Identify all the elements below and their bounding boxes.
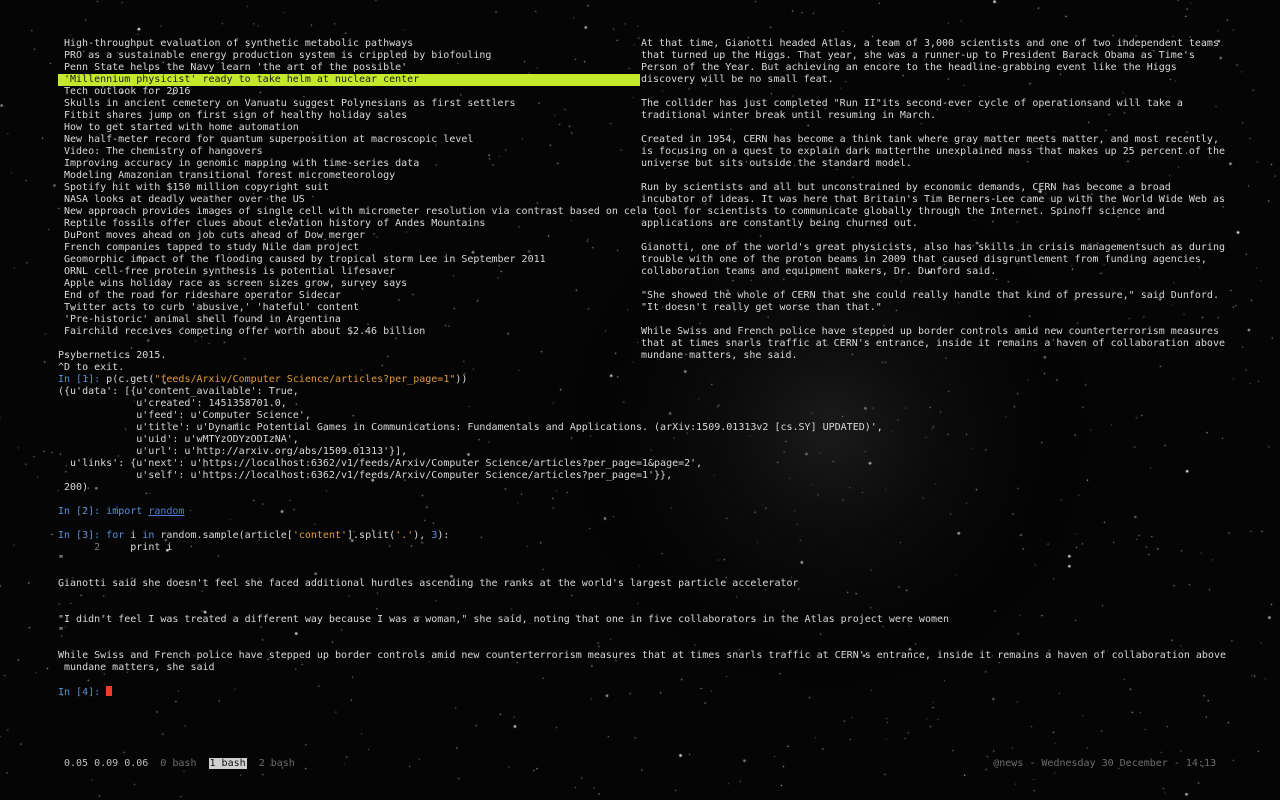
article-line: traditional winter break until resuming … — [641, 110, 937, 121]
prompt-in-4: In [4]: — [58, 687, 107, 698]
article-line — [641, 230, 1231, 242]
headline-item[interactable]: High-throughput evaluation of synthetic … — [58, 38, 640, 50]
repl-output-line: u'uid': u'wMTYzODYzODIzNA', — [58, 434, 299, 445]
window-list[interactable]: 0 bash 1 bash 2 bash — [160, 758, 295, 769]
repl-output-line: ({u'data': [{u'content_available': True, — [58, 386, 299, 397]
tmux-window-tab[interactable]: 1 bash — [208, 758, 247, 769]
prompt-in-3: In [3]: — [58, 530, 107, 541]
headline-item[interactable]: Twitter acts to curb 'abusive,' 'hateful… — [58, 302, 640, 314]
repl-output-line: u'created': 1451358701.0, — [58, 398, 287, 409]
article-line: Run by scientists and all but unconstrai… — [641, 182, 1171, 193]
repl-input-2: In [2]: import random — [58, 506, 185, 517]
article-line: At that time, Gianotti headed Atlas, a t… — [641, 38, 1219, 49]
repl-output-line: u'url': u'http://arxiv.org/abs/1509.0131… — [58, 446, 408, 457]
article-line: incubator of ideas. It was here that Bri… — [641, 194, 1225, 205]
headline-item[interactable]: Spotify hit with $150 million copyright … — [58, 182, 640, 194]
repl-input-3: In [3]: for i in random.sample(article['… — [58, 530, 450, 541]
article-line: Gianotti, one of the world's great physi… — [641, 242, 1225, 253]
status-left: 0.05 0.09 0.06 0 bash 1 bash 2 bash — [64, 758, 295, 770]
article-line: a tool for scientists to communicate glo… — [641, 206, 1165, 217]
python-repl[interactable]: Psybernetics 2015. ^D to exit. In [1]: p… — [58, 350, 1228, 698]
headline-item[interactable]: Penn State helps the Navy learn 'the art… — [58, 62, 640, 74]
headline-item[interactable]: Modeling Amazonian transitional forest m… — [58, 170, 640, 182]
repl-continuation: 2 print i — [58, 542, 173, 553]
headline-item[interactable]: ORNL cell-free protein synthesis is pote… — [58, 266, 640, 278]
repl-output-line-2: "I didn't feel I was treated a different… — [58, 614, 950, 625]
repl-output-line: u'feed': u'Computer Science', — [58, 410, 311, 421]
article-line: that turned up the Higgs. That year, she… — [641, 50, 1195, 61]
tmux-status-bar: 0.05 0.09 0.06 0 bash 1 bash 2 bash @new… — [58, 758, 1220, 770]
article-line — [641, 86, 1231, 98]
headline-item-selected[interactable]: 'Millennium physicist' ready to take hel… — [58, 74, 640, 86]
article-line: While Swiss and French police have stepp… — [641, 326, 1219, 337]
random-module-link[interactable]: random — [148, 506, 184, 517]
prompt-in-1: In [1]: — [58, 374, 107, 385]
headline-item[interactable]: Skulls in ancient cemetery on Vanuatu su… — [58, 98, 640, 110]
load-average: 0.05 0.09 0.06 — [64, 758, 149, 769]
article-line — [641, 170, 1231, 182]
article-line: "It doesn't really get worse than that." — [641, 302, 882, 313]
headline-list[interactable]: High-throughput evaluation of synthetic … — [58, 38, 640, 338]
headline-item[interactable]: 'Pre-historic' animal shell found in Arg… — [58, 314, 640, 326]
article-line: discovery will be no small feat. — [641, 74, 834, 85]
repl-output-1: ({u'data': [{u'content_available': True,… — [58, 386, 1228, 494]
headline-item[interactable]: End of the road for rideshare operator S… — [58, 290, 640, 302]
headline-item[interactable]: Improving accuracy in genomic mapping wi… — [58, 158, 640, 170]
prompt-in-2: In [2]: — [58, 506, 107, 517]
cursor — [106, 686, 113, 696]
article-line: collaboration teams and equipment makers… — [641, 266, 997, 277]
article-line: "She showed the whole of CERN that she c… — [641, 290, 1219, 301]
article-line: is focusing on a quest to explain dark m… — [641, 146, 1225, 157]
headline-item[interactable]: Fairchild receives competing offer worth… — [58, 326, 640, 338]
article-line — [641, 122, 1231, 134]
article-line: universe but sits outside the standard m… — [641, 158, 912, 169]
headline-item[interactable]: How to get started with home automation — [58, 122, 640, 134]
article-pane: At that time, Gianotti headed Atlas, a t… — [641, 38, 1231, 362]
headline-item[interactable]: New half-meter record for quantum superp… — [58, 134, 640, 146]
repl-output-line-1: Gianotti said she doesn't feel she faced… — [58, 578, 799, 589]
repl-output-line: u'links': {u'next': u'https://localhost:… — [58, 458, 703, 469]
headline-item[interactable]: Tech outlook for 2016 — [58, 86, 640, 98]
headline-item[interactable]: French companies tapped to study Nile da… — [58, 242, 640, 254]
article-line: trouble with one of the proton beams in … — [641, 254, 1207, 265]
headline-item[interactable]: PRO as a sustainable energy production s… — [58, 50, 640, 62]
repl-input-1: In [1]: p(c.get("feeds/Arxiv/Computer Sc… — [58, 374, 468, 385]
article-line — [641, 278, 1231, 290]
repl-output-line-3: While Swiss and French police have stepp… — [58, 650, 1226, 661]
article-line: that at times snarls traffic at CERN's e… — [641, 338, 1225, 349]
repl-input-4[interactable]: In [4]: — [58, 686, 1228, 698]
headline-item[interactable]: Apple wins holiday race as screen sizes … — [58, 278, 640, 290]
headline-item[interactable]: Reptile fossils offer clues about elevat… — [58, 218, 640, 230]
repl-banner: Psybernetics 2015. — [58, 350, 167, 361]
repl-exit-hint: ^D to exit. — [58, 362, 125, 373]
headline-item[interactable]: Fitbit shares jump on first sign of heal… — [58, 110, 640, 122]
headline-item[interactable]: New approach provides images of single c… — [58, 206, 640, 218]
article-line — [641, 314, 1231, 326]
article-line: Created in 1954, CERN has become a think… — [641, 134, 1219, 145]
status-clock: @news - Wednesday 30 December - 14:13 — [993, 758, 1216, 769]
article-line: applications are constantly being churne… — [641, 218, 918, 229]
repl-output-line: u'self': u'https://localhost:6362/v1/fee… — [58, 470, 673, 481]
headline-item[interactable]: Geomorphic impact of the flooding caused… — [58, 254, 640, 266]
tmux-window-tab[interactable]: 2 bash — [259, 758, 295, 769]
repl-output-line: u'title': u'Dynamic Potential Games in C… — [58, 422, 883, 433]
tmux-window-tab[interactable]: 0 bash — [160, 758, 196, 769]
article-line: Person of the Year. But achieving an enc… — [641, 62, 1177, 73]
repl-output-line: 200) — [58, 482, 89, 493]
headline-item[interactable]: Video: The chemistry of hangovers — [58, 146, 640, 158]
article-line: The collider has just completed "Run II"… — [641, 98, 1183, 109]
headline-item[interactable]: NASA looks at deadly weather over the US — [58, 194, 640, 206]
headline-item[interactable]: DuPont moves ahead on job cuts ahead of … — [58, 230, 640, 242]
